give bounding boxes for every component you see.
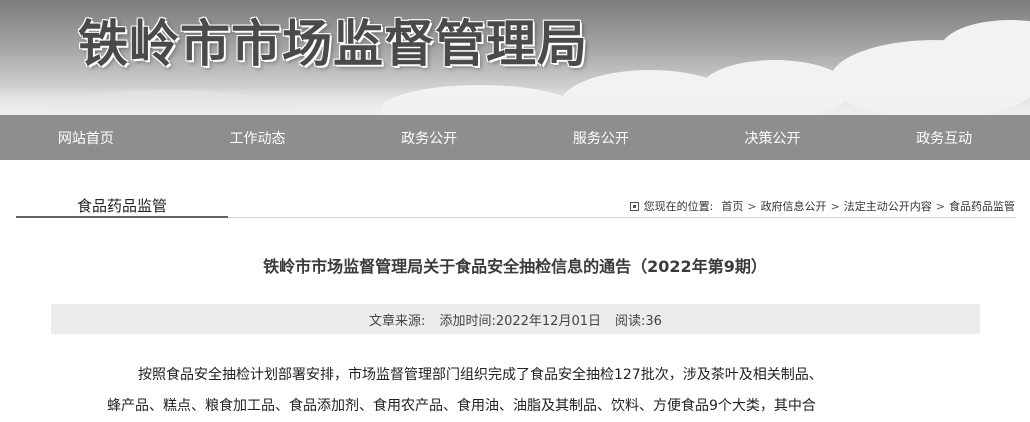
nav-item-interaction[interactable]: 政务互动 <box>858 115 1030 160</box>
nav-item-decision[interactable]: 决策公开 <box>687 115 859 160</box>
nav-item-gov-affairs[interactable]: 政务公开 <box>343 115 515 160</box>
breadcrumb-prefix: 您现在的位置: <box>643 200 714 213</box>
nav-item-home[interactable]: 网站首页 <box>0 115 172 160</box>
breadcrumb-item-gov-info[interactable]: 政府信息公开 <box>761 198 827 214</box>
breadcrumb-item-statutory[interactable]: 法定主动公开内容 <box>844 198 932 214</box>
site-banner: 铁岭市市场监督管理局 <box>0 0 1030 115</box>
site-title: 铁岭市市场监督管理局 <box>78 15 588 73</box>
breadcrumb: 您现在的位置: 首页 > 政府信息公开 > 法定主动公开内容 > 食品药品监管 <box>629 198 1015 214</box>
location-icon <box>629 201 639 211</box>
banner-haze <box>0 87 1030 115</box>
article-title: 铁岭市市场监督管理局关于食品安全抽检信息的通告（2022年第9期） <box>263 257 767 276</box>
article-meta-bar: 文章来源: 添加时间:2022年12月01日 阅读:36 <box>51 304 980 334</box>
article-read-count: 阅读:36 <box>615 313 662 329</box>
nav-item-work-news[interactable]: 工作动态 <box>172 115 344 160</box>
article-body: 按照食品安全抽检计划部署安排，市场监督管理部门组织完成了食品安全抽检127批次，… <box>107 360 927 422</box>
breadcrumb-separator: > <box>935 199 945 213</box>
breadcrumb-item-home[interactable]: 首页 <box>721 198 743 214</box>
breadcrumb-separator: > <box>747 199 757 213</box>
section-divider <box>228 217 1016 218</box>
breadcrumb-separator: > <box>830 199 840 213</box>
section-tab-underline <box>16 216 228 218</box>
article-added-time: 添加时间:2022年12月01日 <box>439 313 601 329</box>
article-paragraph-line: 按照食品安全抽检计划部署安排，市场监督管理部门组织完成了食品安全抽检127批次，… <box>138 367 823 383</box>
main-nav: 网站首页 工作动态 政务公开 服务公开 决策公开 政务互动 <box>0 115 1030 160</box>
article-source: 文章来源: <box>369 313 426 329</box>
section-tab[interactable]: 食品药品监管 <box>16 193 228 217</box>
nav-item-service[interactable]: 服务公开 <box>515 115 687 160</box>
article-paragraph-line: 蜂产品、糕点、粮食加工品、食品添加剂、食用农产品、食用油、油脂及其制品、饮料、方… <box>107 398 816 414</box>
breadcrumb-item-food-drug[interactable]: 食品药品监管 <box>949 198 1015 214</box>
